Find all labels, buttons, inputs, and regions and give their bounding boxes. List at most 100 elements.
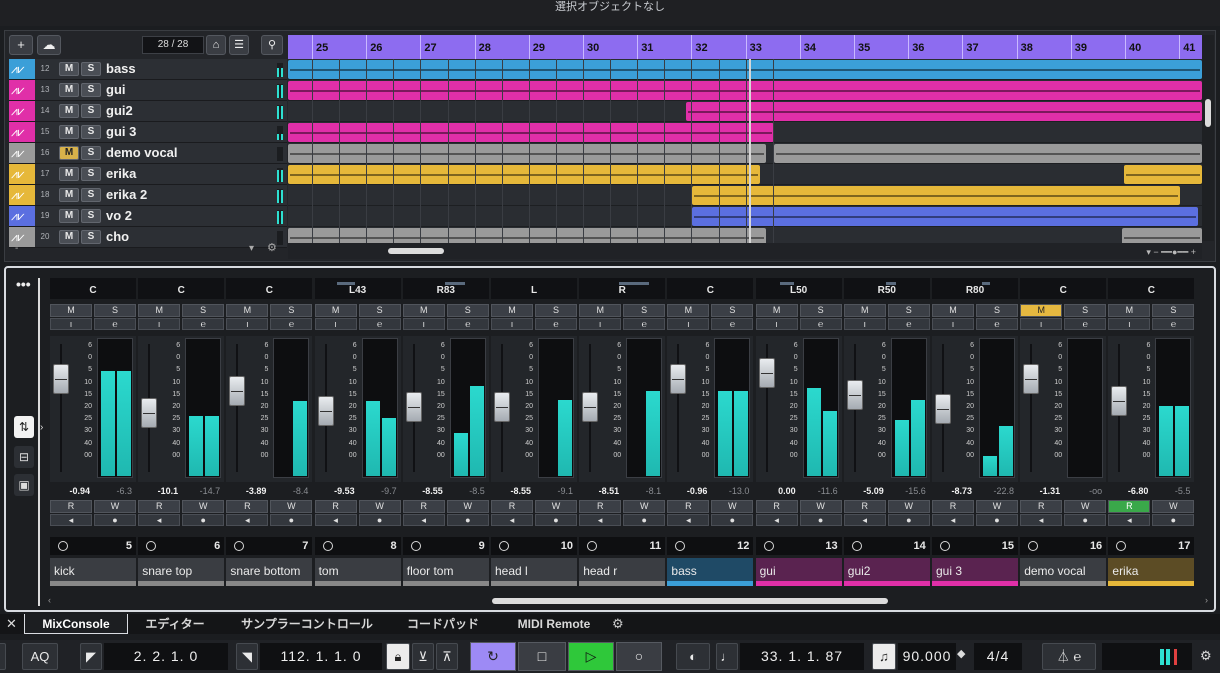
pan-control[interactable]: R83 [402,278,489,299]
tempo-display[interactable]: 90.000 [898,643,956,670]
channel-select-icon[interactable] [322,541,333,551]
channel-name[interactable]: erika [1108,558,1195,586]
tempo-track-icon[interactable]: ♫ [872,643,896,670]
fader-value[interactable]: -9.53 [319,486,355,496]
peak-value[interactable]: -8.1 [625,486,662,496]
gear-icon[interactable]: ⚙ [1200,648,1212,664]
right-locator-icon[interactable]: ◥ [236,643,258,670]
channel-select-icon[interactable] [410,541,421,551]
cloud-icon[interactable]: ☁ [37,35,61,55]
record-enable-icon[interactable]: ● [799,514,842,526]
audio-event[interactable] [288,123,774,142]
mute-button[interactable]: M [491,304,533,317]
solo-button[interactable]: S [94,304,136,317]
track-row[interactable]: ⩘⩗ 12 M Sbass [9,59,287,80]
mute-button[interactable]: M [59,209,79,223]
solo-button[interactable]: S [1064,304,1107,317]
audio-event[interactable] [774,144,1202,163]
speaker-icon[interactable]: ◂ [755,514,798,526]
channel-select-icon[interactable] [851,541,862,551]
metronome-toggle-icon[interactable]: ◐ [676,643,710,670]
volume-fader[interactable] [670,364,687,394]
speaker-icon[interactable]: ◂ [1020,514,1063,526]
channel-name[interactable]: head l [491,558,577,586]
listen-button[interactable]: ı [579,318,622,330]
mute-button[interactable]: M [59,104,79,118]
solo-button[interactable]: S [81,62,101,76]
read-automation-button[interactable]: R [491,500,533,513]
edit-icon[interactable]: ℮ [270,318,313,330]
metronome-icon[interactable]: ⏃ ℮ [1042,643,1096,670]
speaker-icon[interactable]: ◂ [667,514,710,526]
scroll-thumb[interactable] [388,248,444,254]
listen-button[interactable]: ı [402,318,445,330]
volume-fader[interactable] [1111,386,1128,416]
speaker-icon[interactable]: ◂ [138,514,181,526]
record-enable-icon[interactable]: ● [623,514,666,526]
write-automation-button[interactable]: W [535,500,577,513]
volume-fader[interactable] [582,392,599,422]
mute-button[interactable]: M [59,83,79,97]
solo-button[interactable]: S [81,209,101,223]
track-row[interactable]: ⩘⩗ 17 M Serika [9,164,287,185]
listen-button[interactable]: ı [755,318,798,330]
read-automation-button[interactable]: R [50,500,92,513]
mute-button[interactable]: M [402,304,445,317]
search-icon[interactable]: ⚲ [261,35,283,55]
write-automation-button[interactable]: W [976,500,1018,513]
channel-name[interactable]: snare top [138,558,225,586]
track-row[interactable]: ⩘⩗ 15 M Sgui 3 [9,122,287,143]
peak-value[interactable]: -14.7 [184,486,221,496]
track-name[interactable]: gui 3 [106,122,136,142]
mute-button[interactable]: M [755,304,798,317]
pan-control[interactable]: C [226,278,313,299]
solo-button[interactable]: S [270,304,313,317]
fader-value[interactable]: -8.51 [583,486,620,496]
channel-name[interactable]: kick [50,558,136,586]
peak-value[interactable]: -11.6 [802,486,838,496]
signature-display[interactable]: 4/4 [974,643,1022,670]
record-enable-icon[interactable]: ● [711,514,754,526]
tab-mixconsole[interactable]: MixConsole [24,614,128,634]
channel-name[interactable]: snare bottom [226,558,313,586]
peak-value[interactable]: -8.5 [449,486,485,496]
close-icon[interactable]: ✕ [6,616,17,632]
mute-button[interactable]: M [226,304,269,317]
write-automation-button[interactable]: W [711,500,754,513]
solo-button[interactable]: S [799,304,842,317]
stop-icon[interactable]: □ [518,642,566,671]
speaker-icon[interactable]: ◂ [50,514,92,526]
peak-value[interactable]: -6.3 [96,486,132,496]
edit-icon[interactable]: ℮ [887,318,930,330]
listen-button[interactable]: ı [1020,318,1063,330]
read-automation-button[interactable]: R [1108,500,1151,513]
arrange-area[interactable] [288,59,1202,243]
zoom-slider[interactable]: ▾ − ━━●━━ + [1146,247,1196,258]
left-locator-display[interactable]: 2. 2. 1. 0 [104,643,228,670]
record-enable-icon[interactable]: ● [94,514,136,526]
fader-value[interactable]: -5.09 [848,486,884,496]
gear-icon[interactable]: ⚙ [612,616,624,632]
solo-button[interactable]: S [81,167,101,181]
solo-button[interactable]: S [976,304,1018,317]
audio-event[interactable] [1124,165,1202,184]
pan-control[interactable]: R80 [932,278,1018,299]
edit-icon[interactable]: ℮ [182,318,225,330]
lock-icon[interactable]: 🔒︎ [386,643,410,670]
pan-control[interactable]: L43 [314,278,401,299]
solo-button[interactable]: S [182,304,225,317]
pan-control[interactable]: R50 [843,278,930,299]
fader-value[interactable]: -8.73 [936,486,972,496]
minus-icon[interactable]: - [15,243,18,254]
pan-control[interactable]: C [1020,278,1107,299]
tab-chord-pads[interactable]: コードパッド [402,614,484,634]
track-name[interactable]: erika [106,164,136,184]
read-automation-button[interactable]: R [314,500,357,513]
edit-icon[interactable]: ℮ [976,318,1018,330]
speaker-icon[interactable]: ◂ [1108,514,1151,526]
record-enable-icon[interactable]: ● [976,514,1018,526]
track-name[interactable]: gui [106,80,126,100]
fader-value[interactable]: -8.55 [407,486,443,496]
peak-value[interactable]: -15.6 [890,486,926,496]
mute-button[interactable]: M [1020,304,1063,317]
